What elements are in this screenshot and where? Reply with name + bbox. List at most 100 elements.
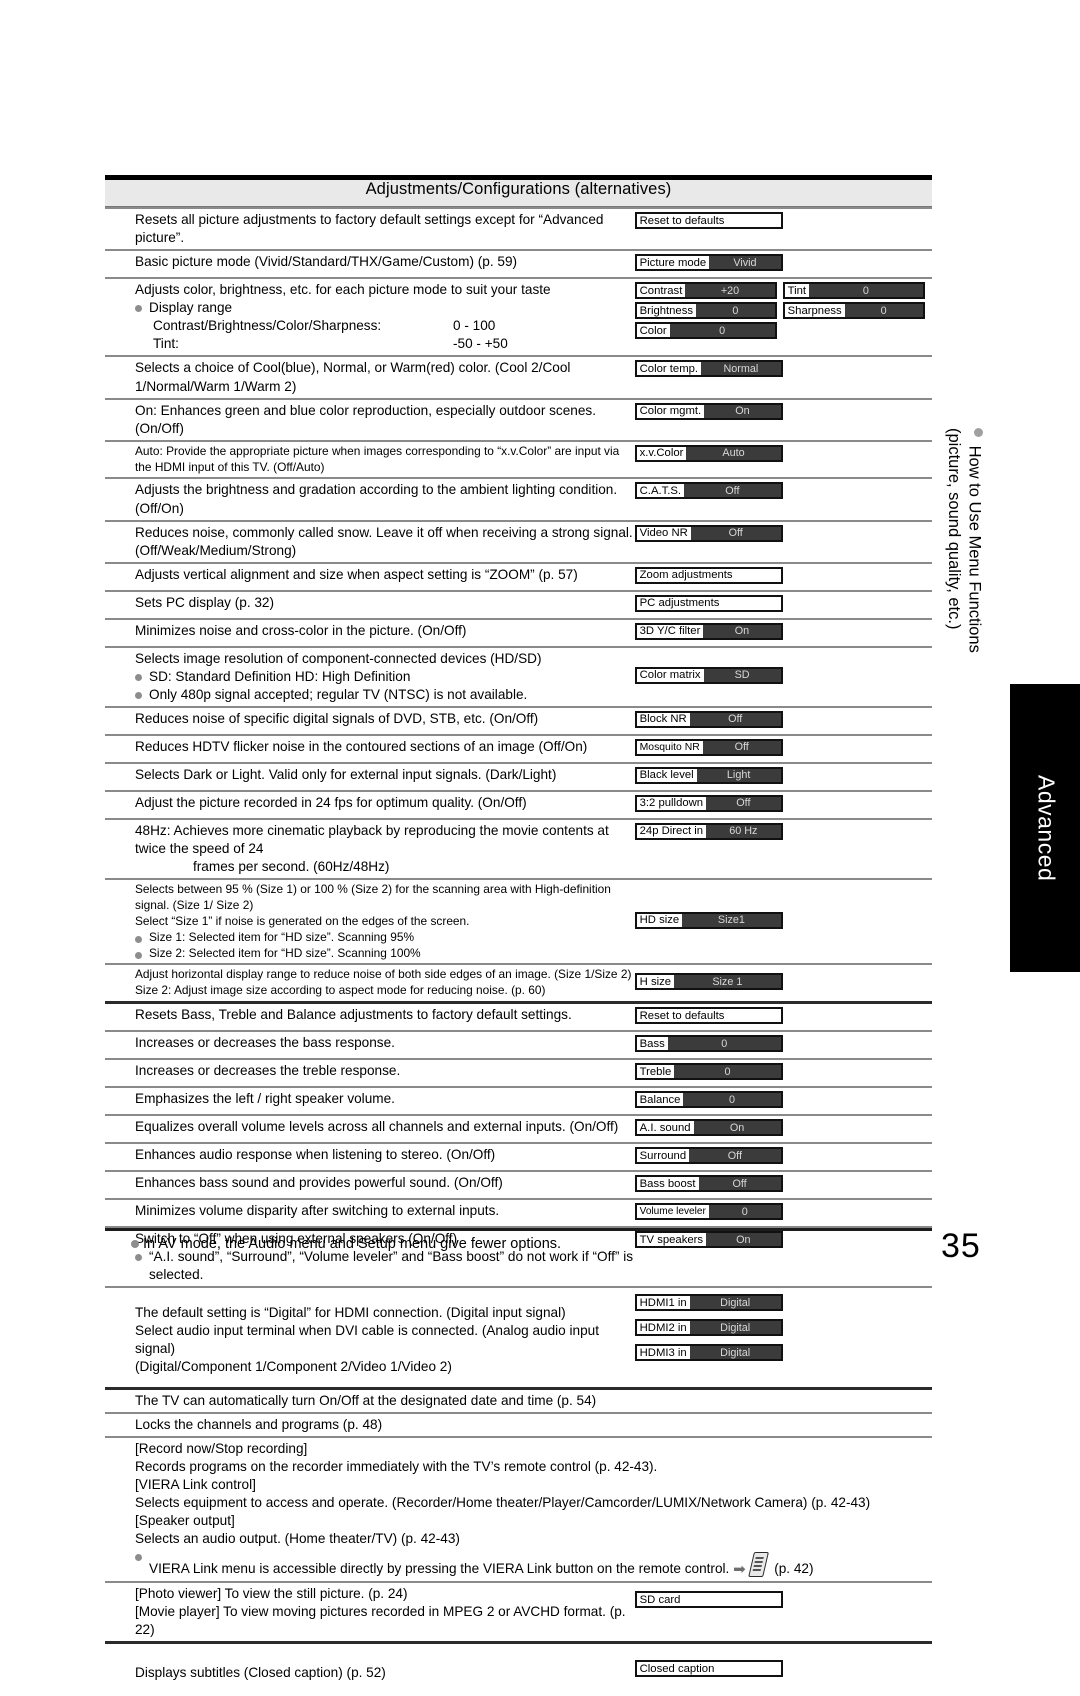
row-description: Minimizes volume disparity after switchi… <box>135 1203 500 1219</box>
row-setting: Contrast +20 Brightness 0 Color 0 Tint 0… <box>634 278 932 356</box>
chip-value: Size 1 <box>674 975 781 989</box>
chip-label: Reset to defaults <box>639 1009 725 1022</box>
setting-chip-treble[interactable]: Treble 0 <box>634 1063 783 1081</box>
setting-chip-color[interactable]: Color 0 <box>634 322 777 340</box>
row-desc-bullet: Size 1: Selected item for “HD size”. Sca… <box>135 930 635 946</box>
chip-label: x.v.Color <box>639 447 684 460</box>
table-row: Adjusts color, brightness, etc. for each… <box>105 278 932 356</box>
setting-chip-24p-direct-in[interactable]: 24p Direct in 60 Hz <box>634 822 783 840</box>
row-description: Selects between 95 % (Size 1) or 100 % (… <box>105 879 635 964</box>
chip-value: 0 <box>696 304 775 318</box>
row-desc-line: Adjust horizontal display range to reduc… <box>135 967 632 982</box>
setting-chip-bass-boost[interactable]: Bass boost Off <box>634 1175 783 1193</box>
chip-value: Off <box>706 796 781 810</box>
setting-chip-audio-reset-to-defaults[interactable]: Reset to defaults <box>634 1007 783 1025</box>
chip-label: Reset to defaults <box>639 214 725 227</box>
chip-column-right: Tint 0 Sharpness 0 <box>782 282 925 342</box>
table-row: Selects Dark or Light. Valid only for ex… <box>105 762 932 791</box>
setting-chip-color-mgmt[interactable]: Color mgmt. On <box>634 402 783 420</box>
chip-value: Normal <box>701 362 781 376</box>
setting-chip-bass[interactable]: Bass 0 <box>634 1035 783 1053</box>
table-row: Reduces HDTV flicker noise in the contou… <box>105 734 932 763</box>
row-desc-line: Records programs on the recorder immedia… <box>135 1458 658 1474</box>
row-desc-line: Select audio input terminal when DVI cab… <box>135 1323 599 1357</box>
row-description: Adjust horizontal display range to reduc… <box>105 964 635 1002</box>
row-description: Enhances bass sound and provides powerfu… <box>135 1175 503 1191</box>
setting-chip-reset-to-defaults[interactable]: Reset to defaults <box>634 212 783 229</box>
row-desc-line: Selects equipment to access and operate.… <box>135 1494 871 1510</box>
right-arrow-icon: ➡ <box>733 1561 746 1579</box>
row-setting: Color matrix SD <box>634 647 932 707</box>
side-heading-line-1: How to Use Menu Functions <box>965 428 983 653</box>
row-setting: 3:2 pulldown Off <box>634 791 932 819</box>
setting-chip-tv-speakers[interactable]: TV speakers On <box>634 1231 783 1249</box>
chip-label: Tint <box>787 284 807 297</box>
table-row: [Photo viewer] To view the still picture… <box>105 1582 932 1643</box>
row-description: Enhances audio response when listening t… <box>135 1147 496 1163</box>
side-heading-text-1: How to Use Menu Functions <box>965 445 984 653</box>
setting-chip-block-nr[interactable]: Block NR Off <box>634 710 783 728</box>
setting-chip-mosquito-nr[interactable]: Mosquito NR Off <box>634 738 783 756</box>
row-setting: Treble 0 <box>634 1059 932 1087</box>
setting-chip-hd-size[interactable]: HD size Size1 <box>634 911 783 929</box>
chip-label: Color <box>639 324 667 337</box>
setting-chip-hdmi2-in[interactable]: HDMI2 in Digital <box>634 1319 783 1337</box>
setting-chip-xvcolor[interactable]: x.v.Color Auto <box>634 444 783 462</box>
chip-label: HDMI1 in <box>639 1296 687 1309</box>
setting-chip-video-nr[interactable]: Video NR Off <box>634 524 783 542</box>
range-row: Tint: -50 - +50 <box>135 335 635 353</box>
setting-chip-h-size[interactable]: H size Size 1 <box>634 973 783 991</box>
row-description: Reduces noise of specific digital signal… <box>135 710 539 726</box>
setting-chip-color-temp[interactable]: Color temp. Normal <box>634 360 783 378</box>
setting-chip-picture-mode[interactable]: Picture mode Vivid <box>634 254 783 272</box>
setting-chip-3d-yc-filter[interactable]: 3D Y/C filter On <box>634 622 783 640</box>
row-setting: Block NR Off <box>634 707 932 735</box>
table-row: Selects image resolution of component-co… <box>105 646 932 707</box>
footer-note-text: In AV mode, the Audio menu and Setup men… <box>143 1236 562 1252</box>
setting-chip-contrast[interactable]: Contrast +20 <box>634 282 777 300</box>
side-section-heading: How to Use Menu Functions (picture, soun… <box>944 428 984 653</box>
chip-value: Off <box>689 712 781 726</box>
setting-chip-color-matrix[interactable]: Color matrix SD <box>634 666 783 684</box>
setting-chip-sharpness[interactable]: Sharpness 0 <box>782 302 925 320</box>
row-setting: Bass boost Off <box>634 1171 932 1199</box>
setting-chip-pc-adjustments[interactable]: PC adjustments <box>634 594 783 612</box>
chip-label: Sharpness <box>787 304 842 317</box>
bullet-dot-icon <box>135 691 142 699</box>
chip-label: Bass <box>639 1037 665 1050</box>
setting-chip-hdmi1-in[interactable]: HDMI1 in Digital <box>634 1294 783 1312</box>
setting-chip-zoom-adjustments[interactable]: Zoom adjustments <box>634 566 783 584</box>
table-row: The TV can automatically turn On/Off at … <box>105 1388 932 1413</box>
row-desc-line: Select “Size 1” if noise is generated on… <box>135 913 470 928</box>
row-desc-bullet: Display range <box>135 299 635 317</box>
setting-chip-brightness[interactable]: Brightness 0 <box>634 302 777 320</box>
row-desc-line: Selects image resolution of component-co… <box>135 650 542 666</box>
row-setting: Surround Off <box>634 1143 932 1171</box>
viera-link-note-text: VIERA Link menu is accessible directly b… <box>149 1561 730 1577</box>
chip-value: On <box>706 1233 781 1247</box>
row-desc-line: [VIERA Link control] <box>135 1476 256 1492</box>
setting-chip-balance[interactable]: Balance 0 <box>634 1091 783 1109</box>
chip-label: Black level <box>639 769 694 782</box>
setting-chip-closed-caption[interactable]: Closed caption <box>634 1660 783 1678</box>
setting-chip-32-pulldown[interactable]: 3:2 pulldown Off <box>634 794 783 812</box>
table-row: Emphasizes the left / right speaker volu… <box>105 1087 932 1115</box>
setting-chip-surround[interactable]: Surround Off <box>634 1147 783 1165</box>
setting-chip-sd-card[interactable]: SD card <box>634 1591 783 1609</box>
table-row: Adjust horizontal display range to reduc… <box>105 964 932 1002</box>
row-desc-line: Selects an audio output. (Home theater/T… <box>135 1531 460 1547</box>
row-desc-line: Adjusts color, brightness, etc. for each… <box>135 282 551 298</box>
row-setting: C.A.T.S. Off <box>634 478 932 520</box>
chip-label: HDMI2 in <box>639 1321 687 1334</box>
chip-value: On <box>704 404 781 418</box>
setting-chip-black-level[interactable]: Black level Light <box>634 766 783 784</box>
chip-value: Size1 <box>682 913 781 927</box>
setting-chip-volume-leveler[interactable]: Volume leveler 0 <box>634 1203 783 1221</box>
row-description: Increases or decreases the treble respon… <box>135 1063 401 1079</box>
chip-label: Zoom adjustments <box>639 569 733 582</box>
setting-chip-ai-sound[interactable]: A.I. sound On <box>634 1119 783 1137</box>
row-setting: Color temp. Normal <box>634 356 932 398</box>
chip-label: Brightness <box>639 304 694 317</box>
setting-chip-cats[interactable]: C.A.T.S. Off <box>634 482 783 500</box>
setting-chip-tint[interactable]: Tint 0 <box>782 282 925 300</box>
